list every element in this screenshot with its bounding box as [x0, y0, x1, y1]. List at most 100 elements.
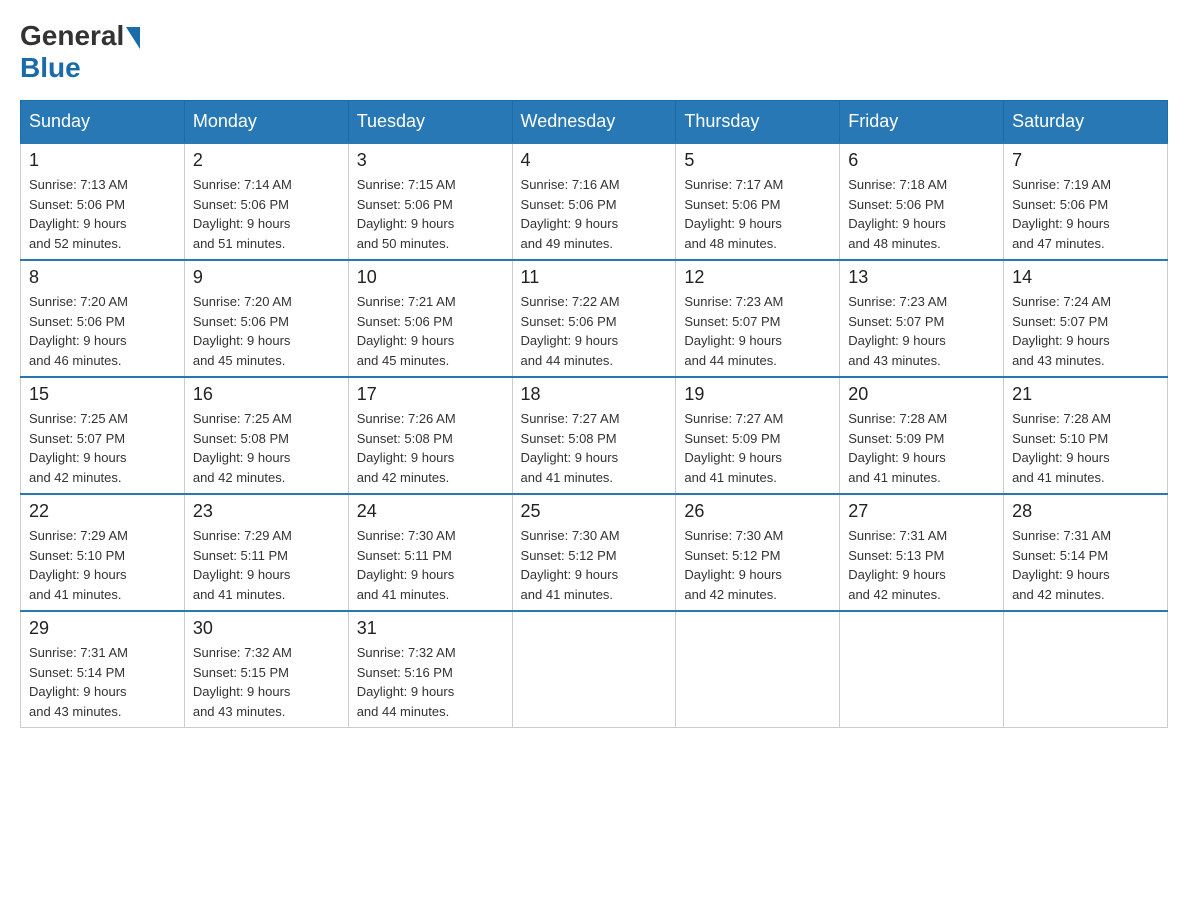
header-day-saturday: Saturday — [1004, 101, 1168, 144]
day-number: 16 — [193, 384, 340, 405]
calendar-cell: 20 Sunrise: 7:28 AMSunset: 5:09 PMDayligh… — [840, 377, 1004, 494]
week-row-3: 15 Sunrise: 7:25 AMSunset: 5:07 PMDayligh… — [21, 377, 1168, 494]
day-number: 24 — [357, 501, 504, 522]
day-number: 31 — [357, 618, 504, 639]
day-number: 7 — [1012, 150, 1159, 171]
day-info: Sunrise: 7:31 AMSunset: 5:13 PMDaylight:… — [848, 526, 995, 604]
day-number: 20 — [848, 384, 995, 405]
calendar-cell: 22 Sunrise: 7:29 AMSunset: 5:10 PMDayligh… — [21, 494, 185, 611]
header-day-tuesday: Tuesday — [348, 101, 512, 144]
day-number: 9 — [193, 267, 340, 288]
day-number: 5 — [684, 150, 831, 171]
calendar-cell: 12Sunrise: 7:23 AMSunset: 5:07 PMDayligh… — [676, 260, 840, 377]
day-number: 13 — [848, 267, 995, 288]
day-number: 30 — [193, 618, 340, 639]
day-info: Sunrise: 7:13 AMSunset: 5:06 PMDaylight:… — [29, 175, 176, 253]
calendar-cell: 17 Sunrise: 7:26 AMSunset: 5:08 PMDayligh… — [348, 377, 512, 494]
logo-arrow-icon — [126, 27, 140, 49]
day-number: 8 — [29, 267, 176, 288]
day-info: Sunrise: 7:31 AMSunset: 5:14 PMDaylight:… — [1012, 526, 1159, 604]
week-row-5: 29Sunrise: 7:31 AMSunset: 5:14 PMDayligh… — [21, 611, 1168, 728]
calendar: SundayMondayTuesdayWednesdayThursdayFrid… — [20, 100, 1168, 728]
calendar-cell: 16 Sunrise: 7:25 AMSunset: 5:08 PMDayligh… — [184, 377, 348, 494]
day-number: 17 — [357, 384, 504, 405]
day-info: Sunrise: 7:28 AMSunset: 5:10 PMDaylight:… — [1012, 409, 1159, 487]
calendar-cell: 31 Sunrise: 7:32 AMSunset: 5:16 PMDayligh… — [348, 611, 512, 728]
calendar-cell: 11Sunrise: 7:22 AMSunset: 5:06 PMDayligh… — [512, 260, 676, 377]
calendar-cell: 8 Sunrise: 7:20 AMSunset: 5:06 PMDaylight… — [21, 260, 185, 377]
logo-blue: Blue — [20, 52, 81, 84]
calendar-cell: 7 Sunrise: 7:19 AMSunset: 5:06 PMDaylight… — [1004, 143, 1168, 260]
day-info: Sunrise: 7:18 AMSunset: 5:06 PMDaylight:… — [848, 175, 995, 253]
day-info: Sunrise: 7:21 AMSunset: 5:06 PMDaylight:… — [357, 292, 504, 370]
day-info: Sunrise: 7:30 AMSunset: 5:12 PMDaylight:… — [521, 526, 668, 604]
calendar-cell: 21Sunrise: 7:28 AMSunset: 5:10 PMDayligh… — [1004, 377, 1168, 494]
calendar-cell: 6Sunrise: 7:18 AMSunset: 5:06 PMDaylight… — [840, 143, 1004, 260]
day-info: Sunrise: 7:19 AMSunset: 5:06 PMDaylight:… — [1012, 175, 1159, 253]
day-number: 14 — [1012, 267, 1159, 288]
day-number: 26 — [684, 501, 831, 522]
calendar-cell — [512, 611, 676, 728]
calendar-cell: 10 Sunrise: 7:21 AMSunset: 5:06 PMDayligh… — [348, 260, 512, 377]
calendar-cell — [676, 611, 840, 728]
day-number: 28 — [1012, 501, 1159, 522]
day-number: 18 — [521, 384, 668, 405]
day-info: Sunrise: 7:24 AMSunset: 5:07 PMDaylight:… — [1012, 292, 1159, 370]
day-info: Sunrise: 7:20 AMSunset: 5:06 PMDaylight:… — [29, 292, 176, 370]
calendar-cell: 13 Sunrise: 7:23 AMSunset: 5:07 PMDayligh… — [840, 260, 1004, 377]
day-number: 4 — [521, 150, 668, 171]
day-number: 23 — [193, 501, 340, 522]
day-info: Sunrise: 7:14 AMSunset: 5:06 PMDaylight:… — [193, 175, 340, 253]
calendar-cell: 25 Sunrise: 7:30 AMSunset: 5:12 PMDayligh… — [512, 494, 676, 611]
calendar-cell: 15 Sunrise: 7:25 AMSunset: 5:07 PMDayligh… — [21, 377, 185, 494]
day-info: Sunrise: 7:32 AMSunset: 5:15 PMDaylight:… — [193, 643, 340, 721]
header-day-friday: Friday — [840, 101, 1004, 144]
day-info: Sunrise: 7:29 AMSunset: 5:10 PMDaylight:… — [29, 526, 176, 604]
calendar-cell: 27Sunrise: 7:31 AMSunset: 5:13 PMDayligh… — [840, 494, 1004, 611]
logo-general: General — [20, 20, 124, 52]
day-number: 22 — [29, 501, 176, 522]
day-number: 25 — [521, 501, 668, 522]
header: General Blue — [20, 20, 1168, 84]
calendar-cell — [1004, 611, 1168, 728]
calendar-cell: 9Sunrise: 7:20 AMSunset: 5:06 PMDaylight… — [184, 260, 348, 377]
calendar-cell: 3 Sunrise: 7:15 AMSunset: 5:06 PMDaylight… — [348, 143, 512, 260]
calendar-cell: 28 Sunrise: 7:31 AMSunset: 5:14 PMDayligh… — [1004, 494, 1168, 611]
header-day-thursday: Thursday — [676, 101, 840, 144]
day-info: Sunrise: 7:27 AMSunset: 5:08 PMDaylight:… — [521, 409, 668, 487]
day-info: Sunrise: 7:32 AMSunset: 5:16 PMDaylight:… — [357, 643, 504, 721]
day-info: Sunrise: 7:17 AMSunset: 5:06 PMDaylight:… — [684, 175, 831, 253]
day-number: 3 — [357, 150, 504, 171]
calendar-cell: 5 Sunrise: 7:17 AMSunset: 5:06 PMDaylight… — [676, 143, 840, 260]
calendar-header-row: SundayMondayTuesdayWednesdayThursdayFrid… — [21, 101, 1168, 144]
calendar-cell: 29Sunrise: 7:31 AMSunset: 5:14 PMDayligh… — [21, 611, 185, 728]
day-number: 15 — [29, 384, 176, 405]
day-number: 11 — [521, 267, 668, 288]
day-info: Sunrise: 7:23 AMSunset: 5:07 PMDaylight:… — [848, 292, 995, 370]
calendar-cell: 18 Sunrise: 7:27 AMSunset: 5:08 PMDayligh… — [512, 377, 676, 494]
calendar-cell: 24 Sunrise: 7:30 AMSunset: 5:11 PMDayligh… — [348, 494, 512, 611]
logo: General Blue — [20, 20, 140, 84]
day-info: Sunrise: 7:29 AMSunset: 5:11 PMDaylight:… — [193, 526, 340, 604]
day-info: Sunrise: 7:27 AMSunset: 5:09 PMDaylight:… — [684, 409, 831, 487]
day-info: Sunrise: 7:26 AMSunset: 5:08 PMDaylight:… — [357, 409, 504, 487]
calendar-cell: 19 Sunrise: 7:27 AMSunset: 5:09 PMDayligh… — [676, 377, 840, 494]
day-number: 19 — [684, 384, 831, 405]
header-day-monday: Monday — [184, 101, 348, 144]
header-day-wednesday: Wednesday — [512, 101, 676, 144]
day-info: Sunrise: 7:28 AMSunset: 5:09 PMDaylight:… — [848, 409, 995, 487]
day-info: Sunrise: 7:31 AMSunset: 5:14 PMDaylight:… — [29, 643, 176, 721]
day-number: 12 — [684, 267, 831, 288]
day-info: Sunrise: 7:25 AMSunset: 5:08 PMDaylight:… — [193, 409, 340, 487]
day-info: Sunrise: 7:25 AMSunset: 5:07 PMDaylight:… — [29, 409, 176, 487]
week-row-2: 8 Sunrise: 7:20 AMSunset: 5:06 PMDaylight… — [21, 260, 1168, 377]
calendar-cell: 2Sunrise: 7:14 AMSunset: 5:06 PMDaylight… — [184, 143, 348, 260]
calendar-cell: 1Sunrise: 7:13 AMSunset: 5:06 PMDaylight… — [21, 143, 185, 260]
day-info: Sunrise: 7:16 AMSunset: 5:06 PMDaylight:… — [521, 175, 668, 253]
header-day-sunday: Sunday — [21, 101, 185, 144]
day-info: Sunrise: 7:30 AMSunset: 5:11 PMDaylight:… — [357, 526, 504, 604]
week-row-4: 22 Sunrise: 7:29 AMSunset: 5:10 PMDayligh… — [21, 494, 1168, 611]
day-info: Sunrise: 7:15 AMSunset: 5:06 PMDaylight:… — [357, 175, 504, 253]
calendar-cell: 30 Sunrise: 7:32 AMSunset: 5:15 PMDayligh… — [184, 611, 348, 728]
day-number: 10 — [357, 267, 504, 288]
